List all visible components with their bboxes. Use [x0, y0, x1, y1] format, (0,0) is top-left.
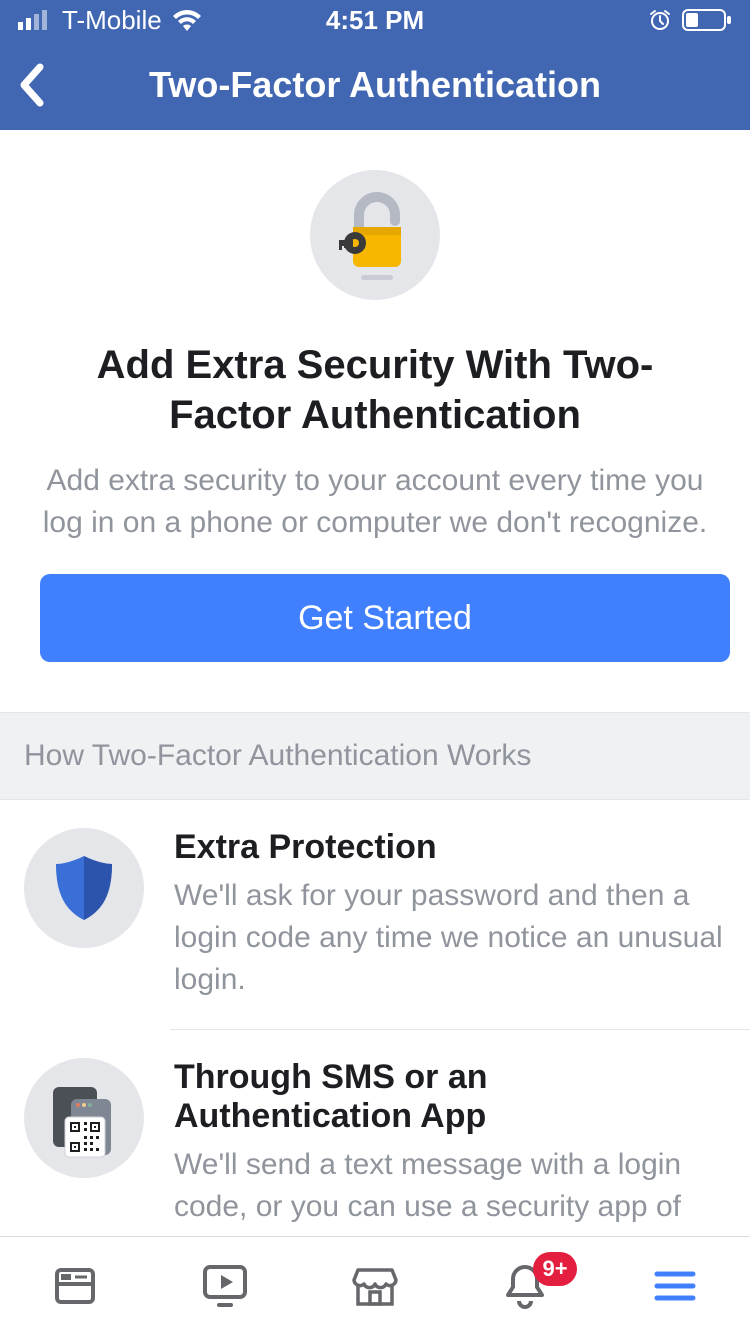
info-desc: We'll ask for your password and then a l… [174, 875, 726, 1001]
carrier-label: T-Mobile [62, 5, 162, 36]
status-bar: T-Mobile 4:51 PM [0, 0, 750, 40]
hero-subtitle: Add extra security to your account every… [40, 460, 710, 544]
shield-icon [24, 828, 144, 948]
info-title: Through SMS or an Authentication App [174, 1058, 726, 1136]
back-button[interactable] [18, 63, 46, 107]
get-started-button[interactable]: Get Started [40, 574, 730, 662]
page-title: Two-Factor Authentication [0, 64, 750, 106]
lock-key-icon [310, 170, 440, 300]
tab-watch[interactable] [195, 1256, 255, 1316]
tab-bar: 9+ [0, 1236, 750, 1334]
devices-qr-icon [24, 1058, 144, 1178]
info-item-extra-protection: Extra Protection We'll ask for your pass… [0, 800, 750, 1029]
info-title: Extra Protection [174, 828, 726, 867]
notification-badge: 9+ [533, 1252, 577, 1286]
battery-icon [682, 9, 732, 31]
wifi-icon [172, 9, 202, 31]
hero-section: Add Extra Security With Two-Factor Authe… [0, 130, 750, 692]
hero-title: Add Extra Security With Two-Factor Authe… [40, 340, 710, 440]
tab-notifications[interactable]: 9+ [495, 1256, 555, 1316]
signal-icon [18, 10, 52, 30]
tab-news-feed[interactable] [45, 1256, 105, 1316]
alarm-icon [648, 8, 672, 32]
nav-bar: Two-Factor Authentication [0, 40, 750, 130]
section-header: How Two-Factor Authentication Works [0, 712, 750, 800]
tab-marketplace[interactable] [345, 1256, 405, 1316]
tab-menu[interactable] [645, 1256, 705, 1316]
clock-label: 4:51 PM [326, 5, 424, 36]
